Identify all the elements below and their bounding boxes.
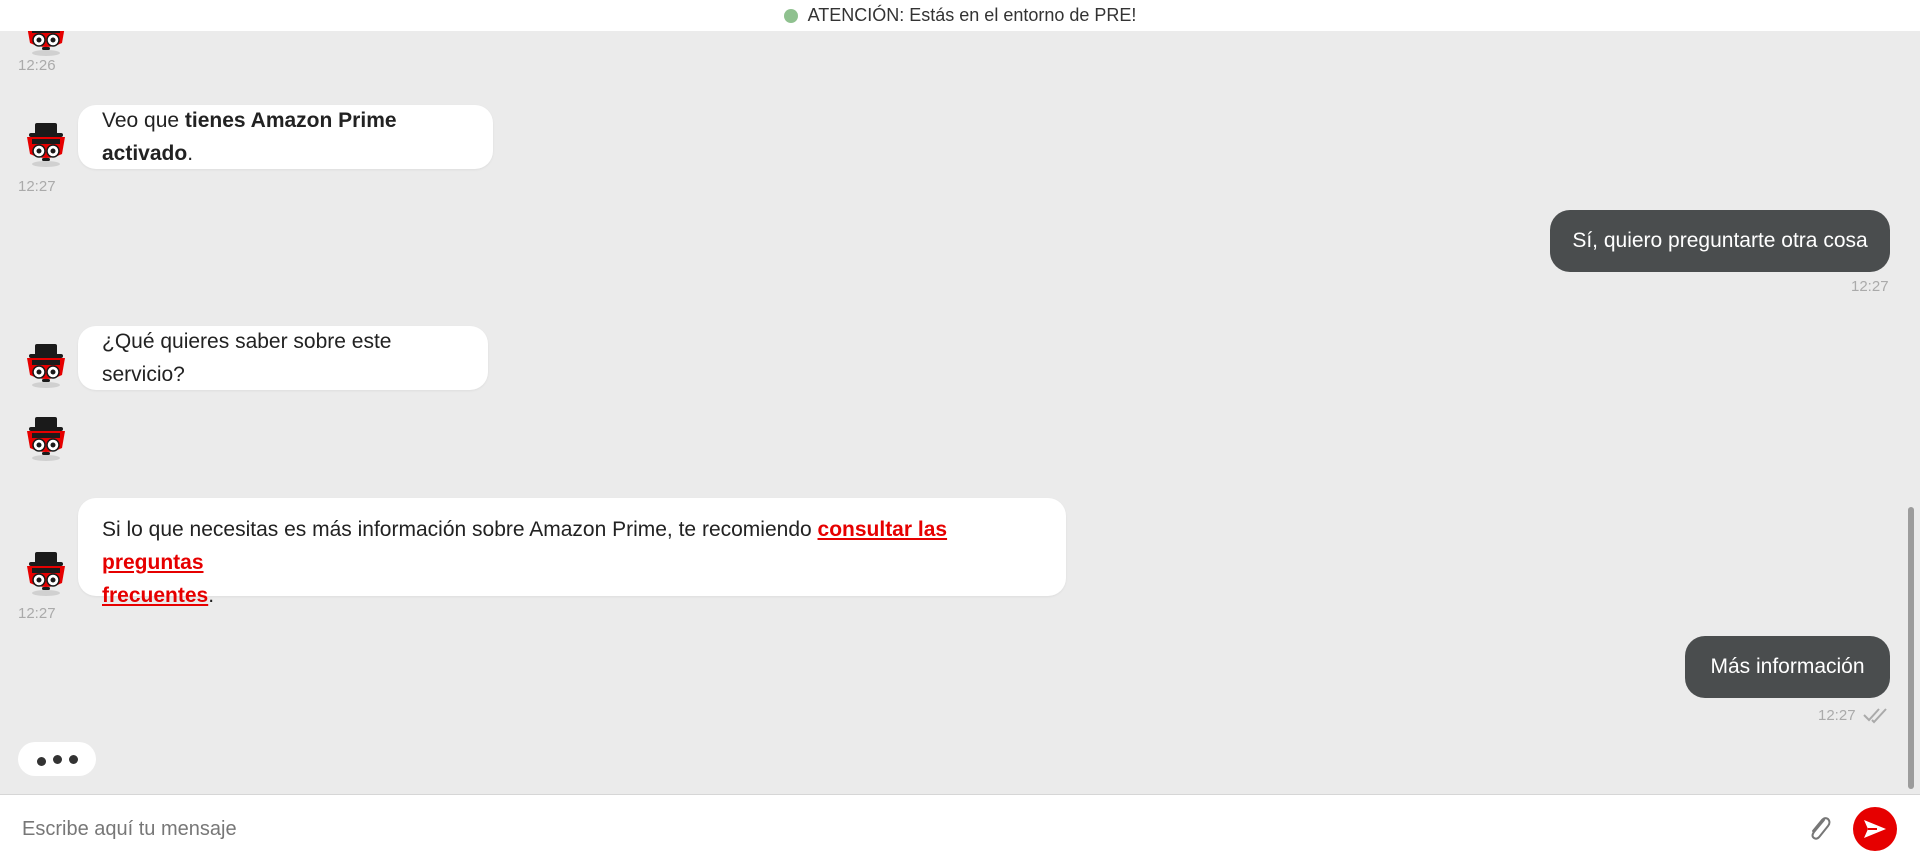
status-dot-icon (783, 8, 798, 23)
message-text: Sí, quiero preguntarte otra cosa (1572, 229, 1868, 252)
double-check-icon (1863, 708, 1887, 724)
bot-avatar-icon (22, 120, 70, 168)
message-time: 12:27 (1818, 707, 1856, 724)
typing-indicator (18, 742, 96, 776)
message-text: . (208, 584, 215, 607)
message-text: Más información (1710, 655, 1865, 678)
user-message: Más información (1685, 636, 1890, 698)
message-time: 12:26 (18, 57, 56, 74)
bot-avatar-icon (22, 549, 70, 597)
message-time: 12:27 (1851, 278, 1889, 295)
bot-avatar-icon (22, 31, 70, 57)
send-button[interactable] (1853, 807, 1897, 851)
message-composer (0, 794, 1920, 861)
message-text: Si lo que necesitas es más información s… (102, 518, 818, 541)
message-text: . (187, 142, 194, 165)
user-message: Sí, quiero preguntarte otra cosa (1550, 210, 1890, 272)
paperclip-icon[interactable] (1804, 811, 1834, 845)
bot-avatar-icon (22, 414, 70, 462)
bot-message: Veo que tienes Amazon Prime activado. (78, 105, 493, 169)
environment-banner-text: ATENCIÓN: Estás en el entorno de PRE! (807, 5, 1137, 25)
chat-history[interactable]: 12:26 Veo que tienes Amazon Prime activa… (0, 31, 1920, 794)
send-icon (1864, 820, 1886, 838)
chat-scrollbar[interactable] (1908, 507, 1914, 789)
message-time: 12:27 (18, 605, 56, 622)
environment-banner: ATENCIÓN: Estás en el entorno de PRE! (0, 0, 1920, 31)
bot-message: ¿Qué quieres saber sobre este servicio? (78, 326, 488, 390)
message-text: Veo que (102, 109, 185, 132)
message-text: ¿Qué quieres saber sobre este servicio? (102, 330, 392, 386)
message-input[interactable] (20, 809, 1784, 849)
bot-avatar-icon (22, 341, 70, 389)
bot-message: Si lo que necesitas es más información s… (78, 498, 1066, 607)
message-time: 12:27 (18, 178, 56, 195)
